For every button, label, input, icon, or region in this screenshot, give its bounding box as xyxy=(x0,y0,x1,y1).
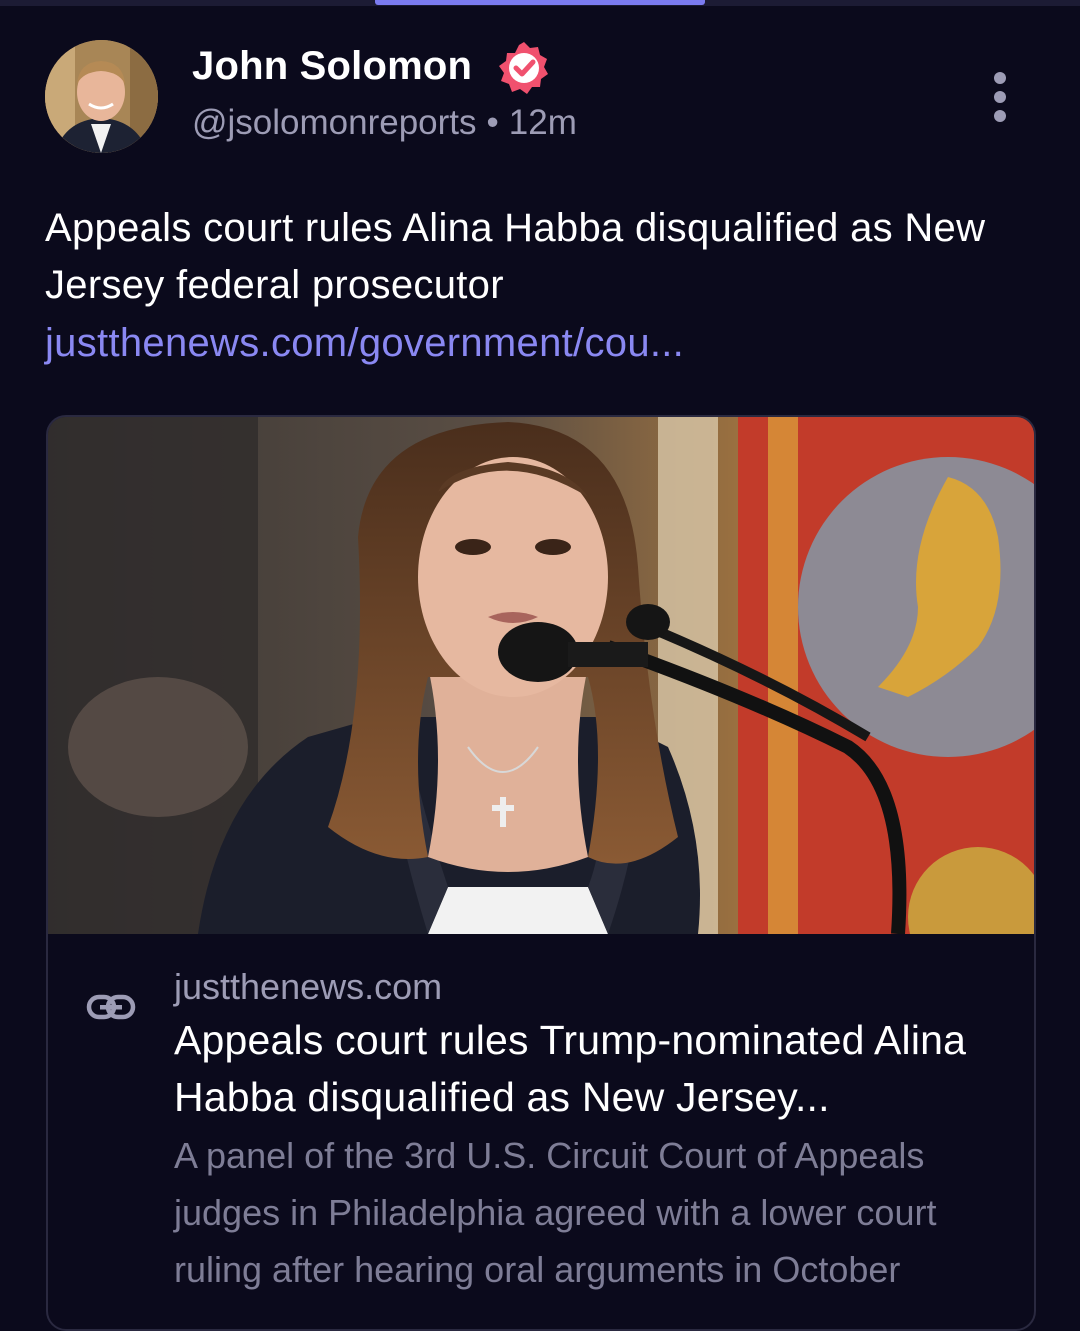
meta-separator: • xyxy=(486,103,499,142)
author-meta: @jsolomonreports • 12m xyxy=(192,103,577,143)
tab-indicator xyxy=(375,0,705,5)
link-preview-card[interactable]: justthenews.com Appeals court rules Trum… xyxy=(46,415,1036,1331)
post-timestamp: 12m xyxy=(508,103,577,142)
avatar-photo xyxy=(45,40,158,153)
article-photo xyxy=(48,417,1034,934)
author-name[interactable]: John Solomon xyxy=(192,44,472,89)
author-handle[interactable]: @jsolomonreports xyxy=(192,103,477,142)
link-card-domain: justthenews.com xyxy=(174,966,443,1007)
link-preview-body: justthenews.com Appeals court rules Trum… xyxy=(48,934,1034,1329)
author-avatar[interactable] xyxy=(45,40,158,153)
link-card-title[interactable]: Appeals court rules Trump-nominated Alin… xyxy=(174,1012,1004,1126)
link-chain-icon xyxy=(86,994,136,1020)
more-options-icon[interactable] xyxy=(986,70,1014,124)
link-card-description: A panel of the 3rd U.S. Circuit Court of… xyxy=(174,1135,937,1290)
post-link[interactable]: justthenews.com/government/cou... xyxy=(45,315,684,372)
verified-badge-icon xyxy=(499,42,548,94)
post-text: Appeals court rules Alina Habba disquali… xyxy=(45,206,986,307)
